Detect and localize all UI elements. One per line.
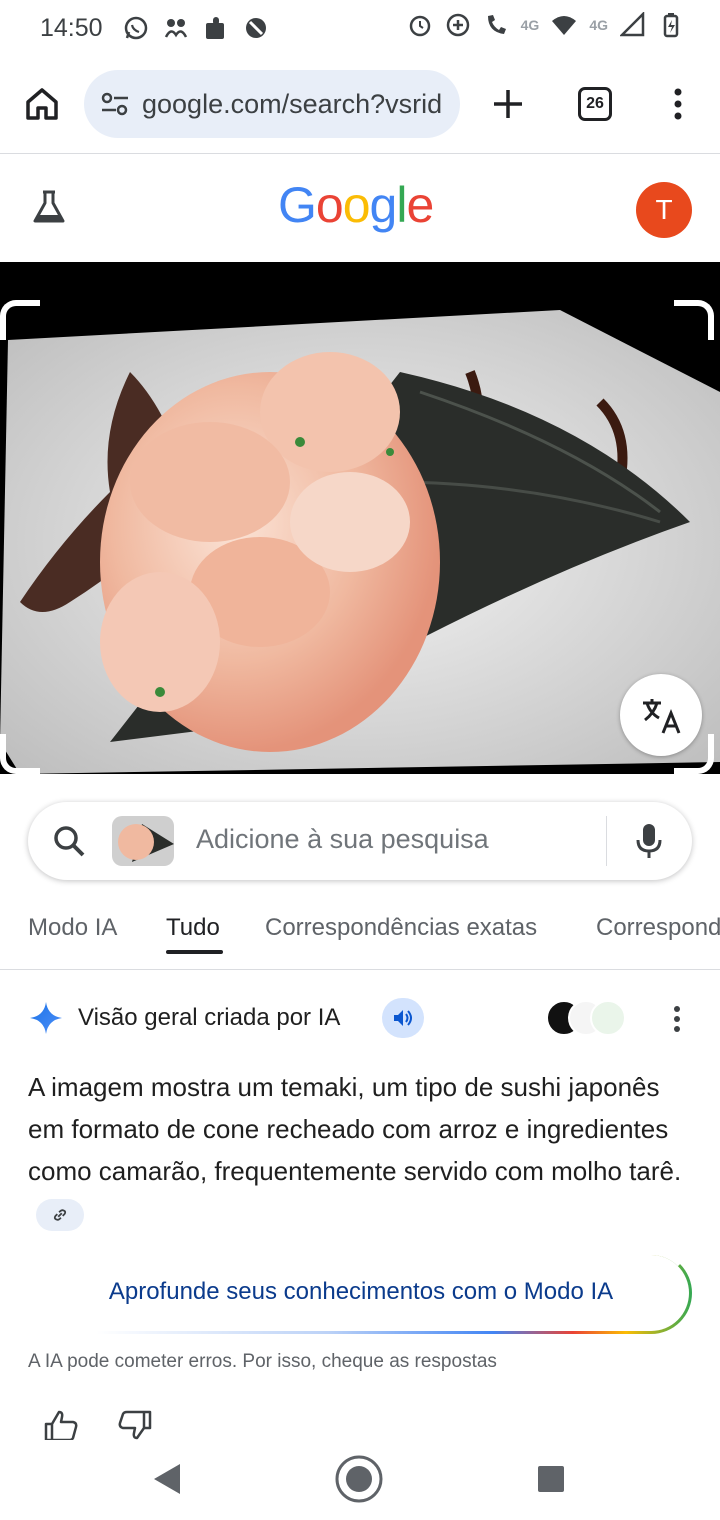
plus-icon — [494, 90, 522, 118]
google-logo-letter: G — [278, 177, 317, 233]
address-bar[interactable]: google.com/search?vsrid — [84, 70, 460, 138]
tab-visual-matches[interactable]: Correspondências visuais — [596, 914, 720, 942]
home-nav-icon[interactable] — [334, 1454, 384, 1504]
wifi-icon — [551, 12, 577, 38]
link-icon — [53, 1209, 67, 1221]
home-icon — [26, 88, 58, 120]
ai-overview-body: A imagem mostra um temaki, um tipo de su… — [28, 1066, 698, 1234]
status-left-icons — [123, 15, 269, 41]
ai-overview-header: Visão geral criada por IA — [0, 990, 720, 1050]
search-icon — [54, 826, 85, 857]
source-link-chip[interactable] — [36, 1199, 84, 1232]
google-logo[interactable]: Google — [278, 176, 434, 234]
account-avatar[interactable]: T — [636, 182, 692, 238]
signal-icon — [620, 12, 646, 38]
google-logo-letter: l — [396, 177, 407, 233]
google-logo-letter: e — [406, 177, 434, 233]
search-bar[interactable]: Adicione à sua pesquisa — [28, 802, 692, 880]
status-time: 14:50 — [40, 13, 103, 42]
image-thumbnail[interactable] — [112, 816, 174, 866]
listen-button[interactable] — [382, 998, 424, 1038]
crop-handle-bottom-left[interactable] — [0, 734, 40, 774]
ai-disclaimer: A IA pode cometer erros. Por isso, chequ… — [28, 1351, 497, 1372]
ai-sparkle-icon — [30, 1002, 62, 1034]
ai-mode-deepen-button[interactable]: Aprofunde seus conhecimentos com o Modo … — [30, 1252, 692, 1334]
browser-menu-button[interactable] — [664, 84, 692, 124]
back-icon[interactable] — [152, 1462, 182, 1496]
site-settings-icon[interactable] — [100, 89, 130, 119]
translate-icon — [643, 699, 681, 734]
new-tab-button[interactable] — [488, 84, 528, 124]
puzzle-icon — [203, 15, 229, 41]
microphone-icon[interactable] — [634, 822, 664, 860]
search-placeholder: Adicione à sua pesquisa — [196, 824, 489, 854]
translate-button[interactable] — [620, 674, 702, 756]
ai-overview-title: Visão geral criada por IA — [78, 1004, 341, 1031]
temaki-photo — [0, 310, 720, 774]
tab-switcher-button[interactable]: 26 — [578, 87, 612, 121]
tab-modo-ia[interactable]: Modo IA — [28, 914, 117, 942]
status-right-icons: 4G 4G — [407, 12, 684, 38]
battery-charging-icon — [658, 12, 684, 38]
lens-image-area[interactable] — [0, 262, 720, 774]
google-logo-letter: o — [315, 177, 344, 233]
source-avatar-3 — [590, 1000, 626, 1036]
system-navigation-bar — [0, 1440, 720, 1520]
home-button[interactable] — [22, 84, 62, 124]
flask-icon — [33, 190, 65, 223]
recents-icon[interactable] — [537, 1465, 565, 1493]
labs-button[interactable] — [30, 188, 68, 226]
people-icon — [163, 15, 189, 41]
tabs-divider — [0, 969, 720, 970]
source-avatars[interactable] — [546, 1000, 630, 1038]
google-header: Google T — [0, 154, 720, 262]
more-vert-icon — [674, 88, 682, 120]
url-text: google.com/search?vsrid — [142, 88, 443, 119]
thumbs-up-icon[interactable] — [44, 1410, 78, 1440]
thumbs-down-icon[interactable] — [118, 1410, 152, 1440]
ai-overview-menu-icon[interactable] — [670, 1004, 684, 1034]
browser-toolbar: google.com/search?vsrid 26 — [0, 62, 720, 148]
call-4g-icon — [483, 12, 509, 38]
network-type-label: 4G — [520, 17, 540, 33]
search-separator — [606, 816, 607, 866]
deepen-label: Aprofunde seus conhecimentos com o Modo … — [108, 1278, 614, 1305]
network-type-label-2: 4G — [589, 17, 608, 33]
crop-handle-top-right[interactable] — [674, 300, 714, 340]
alarm-icon — [407, 12, 433, 38]
active-tab-indicator — [166, 950, 223, 954]
feedback-buttons — [44, 1410, 164, 1440]
results-tabs: Modo IA Tudo Correspondências exatas Cor… — [0, 906, 720, 970]
status-bar: 14:50 4G 4G — [0, 0, 720, 56]
thumbnail-image — [112, 816, 174, 866]
google-logo-letter: g — [369, 177, 398, 233]
ai-overview-text: A imagem mostra um temaki, um tipo de su… — [28, 1072, 682, 1186]
google-logo-letter: o — [342, 177, 371, 233]
speaker-icon — [394, 1010, 412, 1026]
blocked-icon — [243, 15, 269, 41]
whatsapp-icon — [123, 15, 149, 41]
tab-tudo[interactable]: Tudo — [166, 914, 220, 942]
crop-handle-top-left[interactable] — [0, 300, 40, 340]
tab-exact-matches[interactable]: Correspondências exatas — [265, 914, 537, 942]
data-saver-icon — [445, 12, 471, 38]
